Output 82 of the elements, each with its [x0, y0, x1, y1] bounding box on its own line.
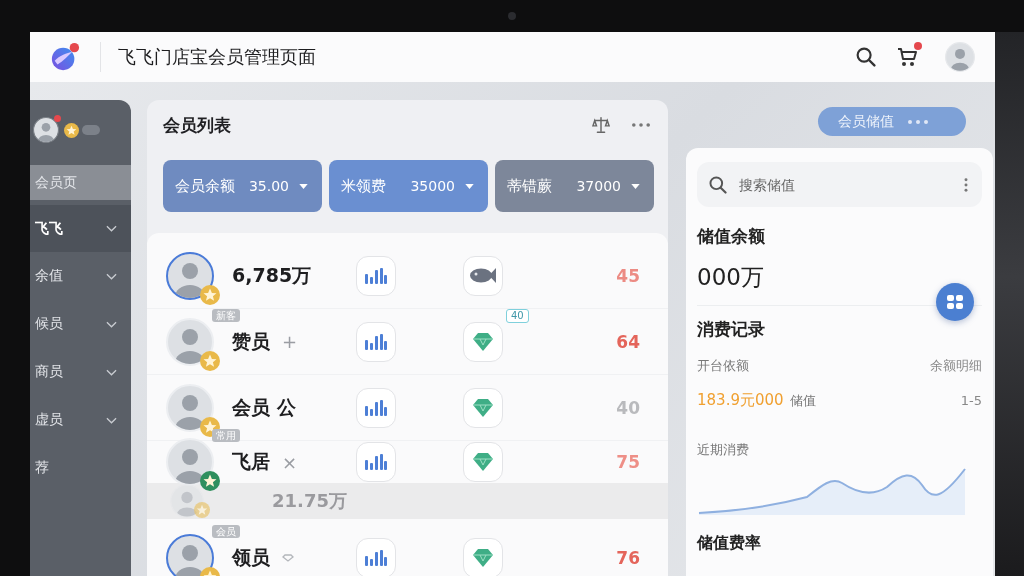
member-score: 76	[616, 547, 640, 568]
member-name: 会员 公	[232, 394, 296, 420]
member-score: 75	[616, 452, 640, 472]
logo-icon	[50, 42, 80, 72]
faded-value: 21.75万	[272, 489, 347, 513]
cart-icon[interactable]	[896, 46, 918, 68]
chart-button[interactable]	[356, 387, 396, 428]
filter-dropdown[interactable]: 蒂错蕨 37000	[495, 160, 654, 212]
search-input[interactable]: 搜索储值	[739, 172, 956, 197]
more-icon[interactable]	[632, 123, 650, 127]
name-mark: ×	[282, 451, 298, 473]
member-name: 飞居	[232, 449, 270, 474]
member-score: 45	[616, 265, 640, 286]
chart-button[interactable]	[356, 321, 396, 362]
member-score: 64	[616, 331, 640, 352]
sidebar-item[interactable]: 商员	[30, 348, 131, 396]
fish-icon	[470, 267, 496, 284]
sidebar-item[interactable]: 飞飞	[30, 205, 131, 252]
caret-icon	[465, 183, 474, 189]
reward-button[interactable]	[463, 321, 503, 362]
app-title: 飞飞门店宝会员管理页面	[118, 45, 316, 69]
star-badge-icon	[194, 502, 210, 518]
section-title: 储值费率	[697, 533, 762, 553]
chart-button[interactable]	[356, 255, 396, 296]
diamond-icon	[282, 553, 294, 562]
bar-chart-icon	[365, 454, 387, 470]
sidebar-item[interactable]: 会员页	[30, 165, 131, 200]
more-icon	[908, 119, 928, 124]
member-name: 赞员	[232, 328, 270, 354]
sidebar-item[interactable]: 余值	[30, 252, 131, 300]
bar-chart-icon	[365, 399, 387, 416]
record-detail: 1-5	[960, 391, 982, 410]
reward-button[interactable]	[463, 387, 503, 428]
section-title: 消费记录	[697, 318, 766, 340]
gem-icon	[473, 332, 493, 351]
caret-icon	[631, 183, 640, 189]
kebab-menu-icon[interactable]	[964, 177, 968, 192]
caret-icon	[299, 183, 308, 189]
user-avatar[interactable]	[33, 117, 59, 143]
search-field[interactable]: 搜索储值	[697, 162, 982, 207]
chevron-down-icon	[106, 272, 117, 280]
sidebar-item[interactable]: 候员	[30, 300, 131, 348]
filter-dropdown[interactable]: 米领费 35000	[329, 160, 488, 212]
chevron-down-icon	[106, 320, 117, 328]
search-icon[interactable]	[856, 47, 876, 67]
sidebar-item[interactable]: 虚员	[30, 396, 131, 444]
reward-button[interactable]	[463, 537, 503, 576]
bar-chart-icon	[365, 333, 387, 350]
section-label: 近期消费	[697, 441, 750, 459]
scale-icon[interactable]	[592, 116, 610, 134]
member-name: 领员	[232, 544, 270, 570]
balance-amount: 000万	[697, 263, 765, 291]
record-detail: 余额明细	[930, 357, 982, 375]
section-title: 储值余额	[697, 225, 766, 247]
chevron-down-icon	[106, 368, 117, 376]
name-mark: +	[282, 331, 298, 352]
record-label: 开台依额	[697, 357, 749, 375]
chart-button[interactable]	[356, 442, 396, 482]
member-name: 6,785万	[232, 262, 312, 288]
member-tag: 会员	[212, 524, 240, 538]
apps-button[interactable]	[936, 283, 974, 321]
record-amount: 183.9元000	[697, 390, 784, 410]
chevron-down-icon	[106, 225, 117, 232]
bar-chart-icon	[365, 549, 387, 566]
search-icon	[709, 175, 727, 194]
status-pill	[82, 125, 100, 135]
gem-icon	[473, 548, 493, 567]
chart-button[interactable]	[356, 537, 396, 576]
gem-icon	[473, 453, 493, 471]
panel-title: 会员列表	[163, 113, 231, 137]
chevron-down-icon	[106, 416, 117, 424]
grid-icon	[947, 295, 963, 309]
reward-button[interactable]	[463, 442, 503, 482]
reward-button[interactable]	[463, 255, 503, 296]
webcam-icon	[508, 12, 516, 20]
record-label: 储值	[789, 392, 816, 410]
star-badge-icon	[64, 122, 79, 138]
member-score: 40	[616, 397, 640, 418]
filter-dropdown[interactable]: 会员余额 35.00	[163, 160, 322, 212]
bar-chart-icon	[365, 267, 387, 284]
sidebar-item[interactable]: 荐	[30, 444, 131, 492]
gem-icon	[473, 398, 493, 417]
